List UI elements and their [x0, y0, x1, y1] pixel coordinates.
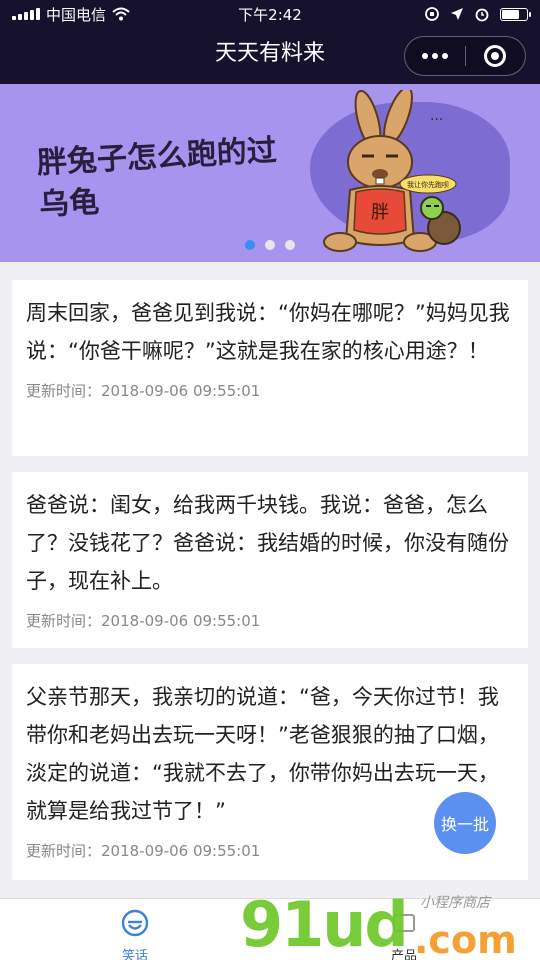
more-menu-icon[interactable]	[405, 53, 465, 59]
rabbit-turtle-illustration: 胖 我让你先跑呗 ...	[323, 90, 461, 252]
update-time-value: 2018-09-06 09:55:01	[101, 612, 261, 630]
update-time-label: 更新时间：	[26, 612, 102, 630]
status-left: 中国电信	[12, 4, 130, 25]
svg-text:...: ...	[430, 108, 443, 124]
status-right	[424, 6, 531, 22]
wifi-icon	[112, 7, 130, 21]
update-time-label: 更新时间：	[26, 842, 102, 860]
close-mini-program-icon[interactable]	[466, 45, 526, 67]
battery-fill	[502, 9, 520, 19]
update-time: 更新时间：2018-09-06 09:55:01	[26, 380, 514, 401]
carousel-indicators	[0, 240, 540, 250]
nav-bar: 天天有料来	[0, 28, 540, 84]
carousel-dot[interactable]	[265, 240, 275, 250]
update-time: 更新时间：2018-09-06 09:55:01	[26, 610, 514, 631]
signal-icon	[12, 8, 40, 20]
battery-icon	[500, 7, 531, 21]
joke-card[interactable]: 周末回家，爸爸见到我说：“你妈在哪呢？”妈妈见我说：“你爸干嘛呢？”这就是我在家…	[12, 280, 528, 456]
update-time-label: 更新时间：	[26, 382, 102, 400]
refresh-batch-button[interactable]: 换一批	[434, 792, 496, 854]
alarm-icon	[475, 8, 489, 22]
shirt-text: 胖	[371, 202, 389, 223]
mini-program-capsule	[404, 36, 526, 76]
location-icon	[451, 8, 463, 20]
tab-jokes[interactable]: 笑话	[95, 905, 175, 960]
carousel-dot[interactable]	[245, 240, 255, 250]
joke-text: 爸爸说：闺女，给我两千块钱。我说：爸爸，怎么了？没钱花了？爸爸说：我结婚的时候，…	[26, 493, 509, 593]
tab-products-label: 产品	[390, 949, 417, 960]
status-bar: 中国电信 下午2:42	[0, 0, 540, 28]
product-icon	[393, 914, 415, 932]
joke-card[interactable]: 爸爸说：闺女，给我两千块钱。我说：爸爸，怎么了？没钱花了？爸爸说：我结婚的时候，…	[12, 472, 528, 648]
banner-title: 胖兔子怎么跑的过 乌龟	[36, 129, 300, 226]
tab-products[interactable]: 产品	[364, 905, 444, 960]
update-time-value: 2018-09-06 09:55:01	[101, 842, 261, 860]
update-time-value: 2018-09-06 09:55:01	[101, 382, 261, 400]
carrier-label: 中国电信	[46, 5, 107, 24]
tab-jokes-label: 笑话	[121, 949, 148, 960]
carousel-dot[interactable]	[285, 240, 295, 250]
speech-text: 我让你先跑呗	[407, 180, 449, 189]
joke-text: 周末回家，爸爸见到我说：“你妈在哪呢？”妈妈见我说：“你爸干嘛呢？”这就是我在家…	[26, 301, 510, 363]
banner-carousel[interactable]: 胖兔子怎么跑的过 乌龟 胖 我让你先跑呗 ...	[0, 84, 540, 262]
orientation-lock-icon	[425, 7, 439, 21]
smiley-icon	[121, 909, 149, 937]
tab-bar: 笑话 产品	[0, 898, 540, 960]
